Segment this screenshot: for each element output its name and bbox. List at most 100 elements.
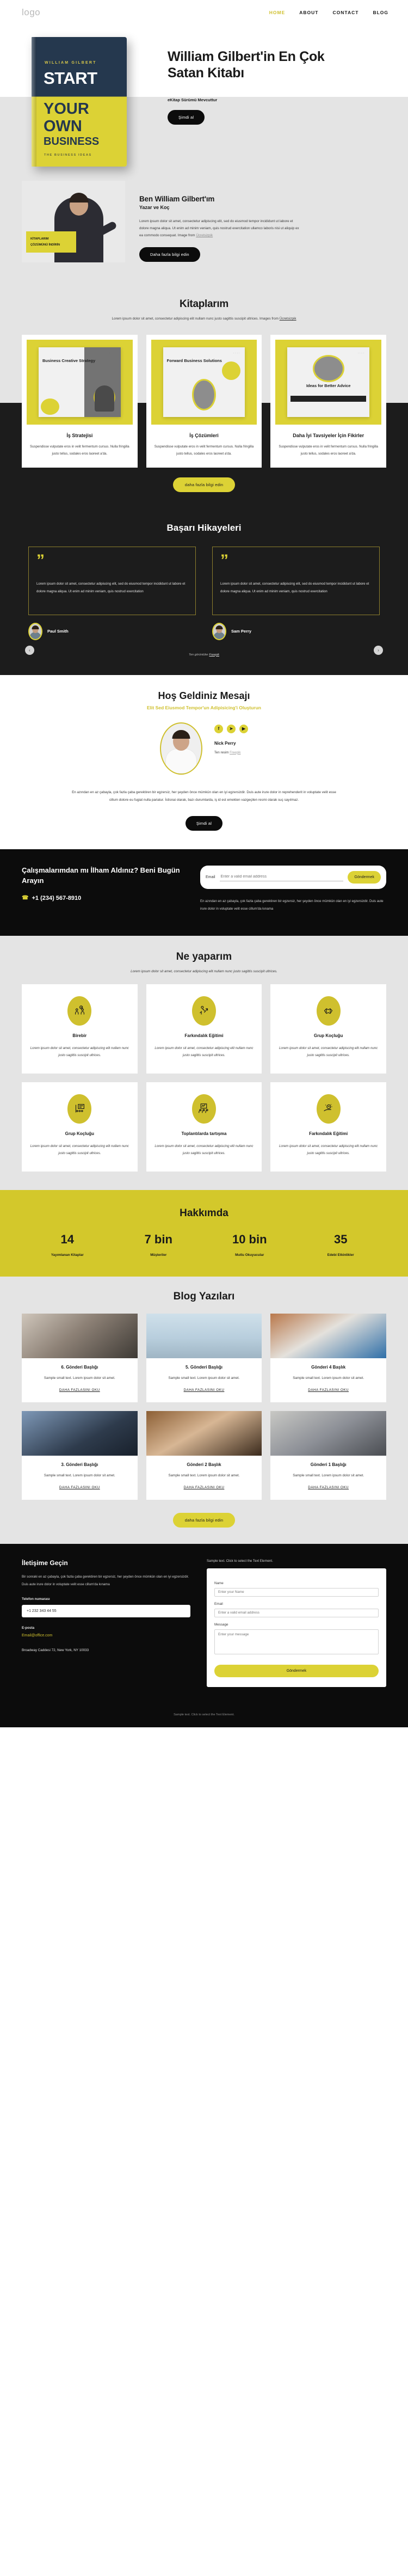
service-card[interactable]: Farkındalık Eğitimi Lorem ipsum dolor si…: [146, 984, 262, 1074]
books-cta-wrap: daha fazla bilgi edin: [0, 468, 408, 506]
form-message-textarea[interactable]: [214, 1629, 379, 1654]
service-desc: Lorem ipsum dolor sit amet, consectetur …: [279, 1046, 378, 1058]
book-cover-title: Business Creative Strategy: [42, 358, 96, 363]
blog-post-card[interactable]: Gönderi 4 Başlık Sample small text. Lore…: [270, 1313, 386, 1402]
contact-email-value[interactable]: Email@office.com: [22, 1634, 190, 1637]
contact-form-hint: Sample text. Click to select the Text El…: [207, 1559, 273, 1563]
service-card[interactable]: Farkındalık Eğitimi Lorem ipsum dolor si…: [270, 1082, 386, 1172]
blog-post-image: [270, 1410, 386, 1456]
contact-form: Name Email Message Göndermek: [207, 1568, 386, 1687]
people-check-icon: [67, 996, 92, 1026]
carousel-prev-icon[interactable]: ‹: [25, 645, 34, 655]
cover-person-oval: [192, 378, 216, 410]
subscribe-submit-button[interactable]: Göndermek: [348, 870, 381, 884]
youtube-icon[interactable]: ▶: [239, 724, 248, 733]
blog-learn-more-button[interactable]: daha fazla bilgi edin: [172, 1512, 236, 1528]
form-email-input[interactable]: [214, 1608, 379, 1617]
subscribe-area: Email Göndermek En azından en az çabayla…: [200, 865, 386, 913]
contact-email-field: E-posta Email@office.com: [22, 1626, 190, 1637]
service-card[interactable]: Birebir Lorem ipsum dolor sit amet, cons…: [22, 984, 138, 1074]
blog-post-card[interactable]: 5. Gönderi Başlığı Sample small text. Lo…: [146, 1313, 262, 1402]
book-cover-image: WILLIAM GILBERT START YOUR OWN BUSINESS …: [32, 37, 127, 167]
blog-post-excerpt: Sample small text. Lorem ipsum dolor sit…: [293, 1473, 364, 1477]
about-body-link[interactable]: Ücretsizpik: [196, 234, 213, 237]
blog-post-card[interactable]: 6. Gönderi Başlığı Sample small text. Lo…: [22, 1313, 138, 1402]
stat-label: Mutlu Okuyucular: [235, 1253, 264, 1257]
presentation-icon: [67, 1094, 92, 1124]
contact-form-area: Sample text. Click to select the Text El…: [207, 1559, 386, 1687]
contact-info: İletişime Geçin Bir sonraki en az çabayl…: [22, 1559, 190, 1687]
book-card[interactable]: ···· Ideas for Better Advice Daha İyi Ta…: [270, 334, 387, 468]
welcome-buy-button[interactable]: Şimdi al: [185, 815, 223, 831]
telegram-icon[interactable]: ➤: [227, 724, 236, 733]
blog-post-title: 6. Gönderi Başlığı: [61, 1364, 98, 1370]
about-learn-more-button[interactable]: Daha fazla bilgi edin: [139, 247, 200, 262]
book-cover-frame: ···· Ideas for Better Advice: [275, 339, 382, 425]
blog-post-card[interactable]: Gönderi 2 Başlık Sample small text. Lore…: [146, 1410, 262, 1500]
top-navigation: logo HOME ABOUT CONTACT BLOG: [0, 0, 408, 25]
email-input[interactable]: [219, 873, 344, 882]
form-name-label: Name: [214, 1581, 224, 1585]
service-card[interactable]: Grup Koçluğu Lorem ipsum dolor sit amet,…: [22, 1082, 138, 1172]
credit-link[interactable]: Freepik: [209, 653, 219, 657]
blog-post-excerpt: Sample small text. Lorem ipsum dolor sit…: [293, 1376, 364, 1380]
book-cover-frame: ···· Forward Business Solutions: [151, 339, 257, 425]
form-name-input[interactable]: [214, 1587, 379, 1597]
hero-buy-button[interactable]: Şimdi al: [168, 110, 205, 125]
book-card[interactable]: ···· Business Creative Strategy İş Strat…: [22, 334, 138, 468]
blog-read-more-link[interactable]: DAHA FAZLASINI OKU: [59, 1388, 100, 1392]
blog-read-more-link[interactable]: DAHA FAZLASINI OKU: [184, 1388, 225, 1392]
hero-copy: William Gilbert'in En Çok Satan Kitabı e…: [163, 25, 408, 167]
service-card[interactable]: Grup Koçluğu Lorem ipsum dolor sit amet,…: [270, 984, 386, 1074]
contact-phone-field: Telefon numarası +1 232 343 44 55: [22, 1597, 190, 1618]
book-card-title: Daha İyi Tavsiyeler İçin Fikirler: [293, 432, 364, 438]
form-submit-button[interactable]: Göndermek: [214, 1664, 379, 1677]
blog-grid: 6. Gönderi Başlığı Sample small text. Lo…: [0, 1303, 408, 1500]
book-card[interactable]: ···· Forward Business Solutions İş Çözüm…: [146, 334, 262, 468]
service-card[interactable]: Toplantılarda tartışma Lorem ipsum dolor…: [146, 1082, 262, 1172]
nav-item-blog[interactable]: BLOG: [373, 10, 388, 15]
site-logo[interactable]: logo: [22, 7, 40, 18]
blog-post-card[interactable]: Gönderi 1 Başlığı Sample small text. Lor…: [270, 1410, 386, 1500]
cover-photo-oval: [312, 354, 344, 382]
contact-phone-value[interactable]: +1 232 343 44 55: [22, 1605, 190, 1618]
welcome-cta-wrap: Şimdi al: [0, 815, 408, 831]
books-subtitle-link[interactable]: Ücretsizpik: [280, 317, 296, 321]
testimonial-card: ” Lorem ipsum dolor sit amet, consectetu…: [28, 546, 196, 615]
blog-read-more-link[interactable]: DAHA FAZLASINI OKU: [184, 1486, 225, 1489]
credit-text: Ten resim: [214, 750, 230, 755]
blog-post-card[interactable]: 3. Gönderi Başlığı Sample small text. Lo…: [22, 1410, 138, 1500]
about-portrait-image: KİTAPLARIM ÇÖZÜMÜNÜ İNDİRİN: [22, 181, 125, 262]
contact-heading: İletişime Geçin: [22, 1559, 68, 1567]
stat-item: 35 Edebi Etkinlikler: [295, 1233, 387, 1257]
carousel-next-icon[interactable]: ›: [374, 645, 383, 655]
social-links: f ➤ ▶: [214, 724, 248, 733]
stats-title: Hakkımda: [180, 1207, 228, 1219]
service-name: Farkındalık Eğitimi: [184, 1033, 224, 1038]
blog-post-title: 3. Gönderi Başlığı: [61, 1462, 98, 1467]
stat-label: Edebi Etkinlikler: [327, 1253, 354, 1257]
book-author: WILLIAM GILBERT: [45, 61, 97, 65]
nav-item-contact[interactable]: CONTACT: [333, 10, 359, 15]
blog-post-excerpt: Sample small text. Lorem ipsum dolor sit…: [44, 1473, 115, 1477]
blog-post-title: Gönderi 1 Başlığı: [310, 1462, 347, 1467]
service-desc: Lorem ipsum dolor sit amet, consectetur …: [154, 1046, 254, 1058]
testimonial-card: ” Lorem ipsum dolor sit amet, consectetu…: [212, 546, 380, 615]
call-phone-row[interactable]: ☎ +1 (234) 567-8910: [22, 895, 185, 901]
blog-post-title: Gönderi 4 Başlık: [311, 1364, 346, 1370]
testimonials-title: Başarı Hikayeleri: [166, 522, 242, 533]
form-message-label: Message: [214, 1622, 228, 1627]
book-cover-frame: ···· Business Creative Strategy: [27, 339, 133, 425]
book-thumb-image: ···· Forward Business Solutions: [163, 347, 245, 417]
nav-item-about[interactable]: ABOUT: [299, 10, 318, 15]
nav-item-home[interactable]: HOME: [269, 10, 286, 15]
book-title-line3: OWN: [44, 118, 82, 135]
credit-link[interactable]: Freepik: [230, 751, 240, 755]
welcome-portrait-image: [160, 722, 202, 775]
books-learn-more-button[interactable]: daha fazla bilgi edin: [172, 477, 236, 492]
blog-read-more-link[interactable]: DAHA FAZLASINI OKU: [308, 1486, 349, 1489]
blog-read-more-link[interactable]: DAHA FAZLASINI OKU: [308, 1388, 349, 1392]
facebook-icon[interactable]: f: [214, 724, 223, 733]
blog-read-more-link[interactable]: DAHA FAZLASINI OKU: [59, 1486, 100, 1489]
about-copy: Ben William Gilbert'ım Yazar ve Koç Lore…: [139, 181, 302, 262]
